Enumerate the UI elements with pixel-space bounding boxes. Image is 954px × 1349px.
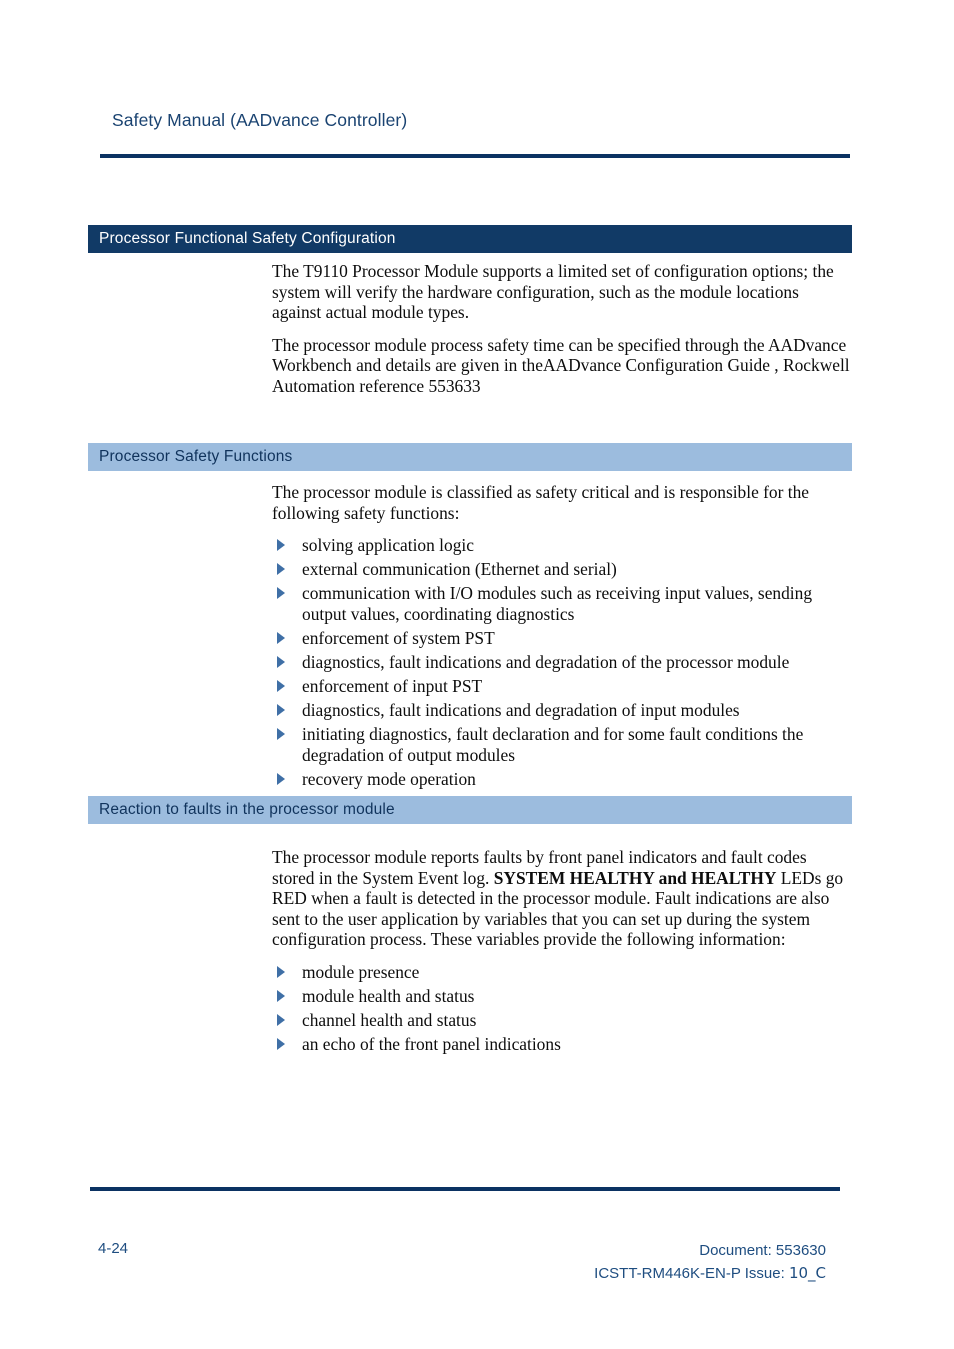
footer-issue-value: 10_C [788,1264,826,1282]
list-item: channel health and status [272,1010,850,1031]
list-item-label: communication with I/O modules such as r… [302,583,813,624]
list-item-label: diagnostics, fault indications and degra… [302,700,740,721]
arrow-bullet-icon [277,632,285,645]
list-item: solving application logic [272,535,850,556]
arrow-bullet-icon [277,539,285,552]
list-item-label: initiating diagnostics, fault declaratio… [302,724,804,766]
list-item-label: channel health and status [302,1010,477,1031]
faults-paragraph-emphasis: SYSTEM HEALTHY and HEALTHY [493,867,777,888]
list-item-label: module health and status [302,986,475,1007]
list-item: diagnostics, fault indications and degra… [272,700,850,721]
list-item: enforcement of input PST [272,676,850,697]
list-item: module health and status [272,986,850,1007]
arrow-bullet-icon [277,1038,285,1051]
section-body-config: The T9110 Processor Module supports a li… [272,261,850,397]
section-heading-reaction-to-faults: Reaction to faults in the processor modu… [88,796,852,824]
footer-reference-prefix: ICSTT-RM446K-EN-P Issue: [594,1265,789,1282]
list-item-label: an echo of the front panel indications [302,1034,561,1055]
list-item-label: solving application logic [302,535,474,556]
footer-document-info: Document: 553630 ICSTT-RM446K-EN-P Issue… [594,1240,826,1285]
config-paragraph-2: The processor module process safety time… [272,334,850,396]
safety-functions-intro: The processor module is classified as sa… [272,482,810,523]
arrow-bullet-icon [277,656,285,669]
list-item-label: external communication (Ethernet and ser… [302,559,617,580]
arrow-bullet-icon [277,990,285,1003]
list-item-label: enforcement of system PST [302,628,495,649]
list-item: external communication (Ethernet and ser… [272,559,850,580]
list-item-label: diagnostics, fault indications and degra… [302,652,790,673]
list-item: recovery mode operation [272,769,850,790]
arrow-bullet-icon [277,704,285,717]
arrow-bullet-icon [277,1014,285,1027]
footer-rule [90,1187,840,1191]
list-item-label: module presence [302,961,420,982]
arrow-bullet-icon [277,965,285,978]
faults-paragraph: The processor module reports faults by f… [272,847,850,950]
list-item: communication with I/O modules such as r… [272,583,850,624]
config-paragraph-1: The T9110 Processor Module supports a li… [272,261,834,323]
footer-page-number: 4-24 [98,1240,129,1257]
header-rule [100,154,850,158]
section-heading-processor-functional-safety-configuration: Processor Functional Safety Configuratio… [88,225,852,253]
list-item-label: recovery mode operation [302,769,476,790]
arrow-bullet-icon [277,728,285,741]
safety-functions-list: solving application logic external commu… [272,535,850,790]
arrow-bullet-icon [277,680,285,693]
section-heading-processor-safety-functions: Processor Safety Functions [88,443,852,471]
footer-reference: ICSTT-RM446K-EN-P Issue: 10_C [594,1262,826,1285]
list-item-label: enforcement of input PST [302,676,483,697]
arrow-bullet-icon [277,563,285,576]
section-body-safety-functions: The processor module is classified as sa… [272,482,850,793]
faults-variable-list: module presence module health and status… [272,962,850,1055]
list-item: enforcement of system PST [272,628,850,649]
footer-document-number: Document: 553630 [699,1242,826,1259]
list-item: initiating diagnostics, fault declaratio… [272,724,850,765]
document-page: Safety Manual (AADvance Controller) Proc… [0,0,954,1349]
list-item: module presence [272,962,850,983]
arrow-bullet-icon [277,587,285,600]
arrow-bullet-icon [277,773,285,786]
running-head: Safety Manual (AADvance Controller) [112,110,408,130]
section-body-faults: The processor module reports faults by f… [272,847,850,1058]
list-item: an echo of the front panel indications [272,1034,850,1055]
list-item: diagnostics, fault indications and degra… [272,652,850,673]
